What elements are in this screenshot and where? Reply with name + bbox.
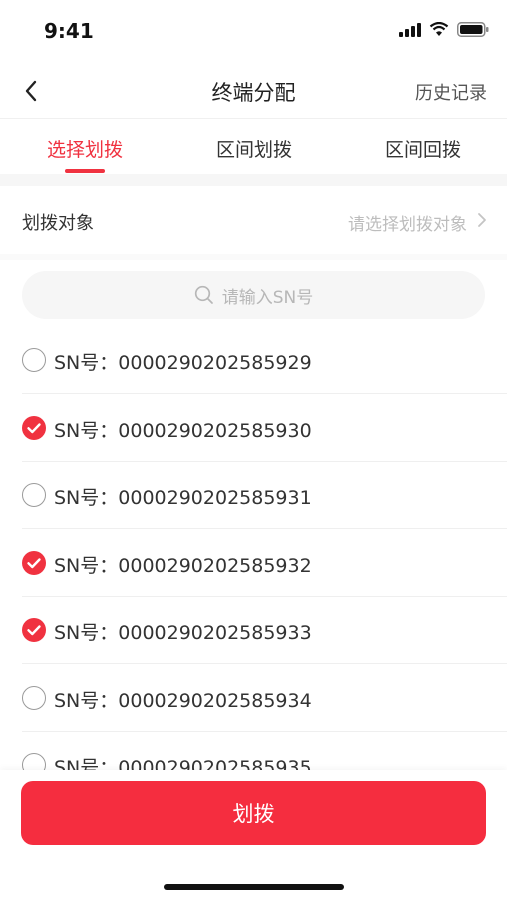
active-tab-indicator [65, 169, 105, 173]
tab-bar: 选择划拨 区间划拨 区间回拨 [0, 118, 507, 175]
sn-list: SN号：0000290202585929 SN号：0000290202585930… [0, 327, 507, 770]
sn-prefix: SN号： [54, 487, 119, 509]
search-placeholder: 请输入SN号 [221, 287, 314, 308]
sn-prefix: SN号： [54, 352, 119, 374]
checkbox-unchecked-icon[interactable] [22, 348, 46, 372]
sn-value: 0000290202585935 [118, 757, 312, 770]
sn-list-item[interactable]: SN号：0000290202585932 [0, 530, 507, 597]
transfer-target-selector[interactable]: 划拨对象 请选择划拨对象 [0, 186, 507, 254]
search-input[interactable]: 请输入SN号 [22, 271, 485, 319]
section-divider [0, 174, 507, 186]
history-link[interactable]: 历史记录 [415, 79, 487, 105]
status-time: 9:41 [44, 19, 94, 43]
sn-number-text: SN号：0000290202585930 [54, 416, 312, 443]
bottom-action-bar: 划拨 [0, 770, 507, 900]
sn-number-text: SN号：0000290202585929 [54, 348, 312, 375]
sn-value: 0000290202585932 [118, 554, 312, 577]
sn-prefix: SN号： [54, 689, 119, 712]
wifi-icon [429, 22, 449, 36]
checkbox-checked-icon[interactable] [22, 415, 46, 440]
sn-prefix: SN号： [54, 419, 119, 442]
sn-list-item[interactable]: SN号：0000290202585931 [0, 462, 507, 529]
sn-list-item[interactable]: SN号：0000290202585929 [0, 327, 507, 394]
sn-number-text: SN号：0000290202585932 [54, 551, 312, 578]
transfer-button[interactable]: 划拨 [21, 781, 486, 845]
sn-value: 0000290202585934 [118, 689, 312, 712]
sn-list-item[interactable]: SN号：0000290202585934 [0, 665, 507, 732]
sn-number-text: SN号：0000290202585934 [54, 686, 312, 713]
checkbox-checked-icon[interactable] [22, 550, 46, 575]
tab-select-transfer[interactable]: 选择划拨 [15, 135, 155, 162]
transfer-target-placeholder: 请选择划拨对象 [348, 215, 467, 235]
checkbox-unchecked-icon[interactable] [22, 753, 46, 770]
battery-icon [457, 22, 489, 37]
sn-prefix: SN号： [54, 554, 119, 577]
section-divider-2 [0, 254, 507, 260]
sn-value: 0000290202585933 [118, 622, 312, 644]
sn-number-text: SN号：0000290202585931 [54, 483, 312, 510]
chevron-right-icon [478, 213, 486, 227]
sn-value: 0000290202585931 [118, 487, 312, 509]
checkbox-checked-icon[interactable] [22, 618, 46, 642]
tab-range-transfer[interactable]: 区间划拨 [184, 135, 324, 162]
home-indicator [164, 884, 344, 890]
checkbox-unchecked-icon[interactable] [22, 483, 46, 507]
sn-value: 0000290202585929 [118, 352, 312, 374]
tab-range-return[interactable]: 区间回拨 [353, 135, 493, 162]
sn-prefix: SN号： [54, 622, 119, 644]
cellular-signal-icon [399, 22, 421, 37]
sn-value: 0000290202585930 [118, 419, 312, 442]
nav-bar: 终端分配 历史记录 [0, 64, 507, 118]
search-icon [194, 285, 213, 304]
sn-list-item[interactable]: SN号：0000290202585933 [0, 597, 507, 664]
sn-prefix: SN号： [54, 757, 119, 770]
sn-list-item[interactable]: SN号：0000290202585930 [0, 395, 507, 462]
checkbox-unchecked-icon[interactable] [22, 685, 46, 710]
status-bar: 9:41 [0, 0, 507, 64]
sn-number-text: SN号：0000290202585935 [54, 753, 312, 770]
transfer-target-label: 划拨对象 [22, 213, 94, 234]
sn-list-item[interactable]: SN号：0000290202585935 [0, 732, 507, 770]
status-icons [399, 22, 489, 37]
sn-number-text: SN号：0000290202585933 [54, 618, 312, 645]
